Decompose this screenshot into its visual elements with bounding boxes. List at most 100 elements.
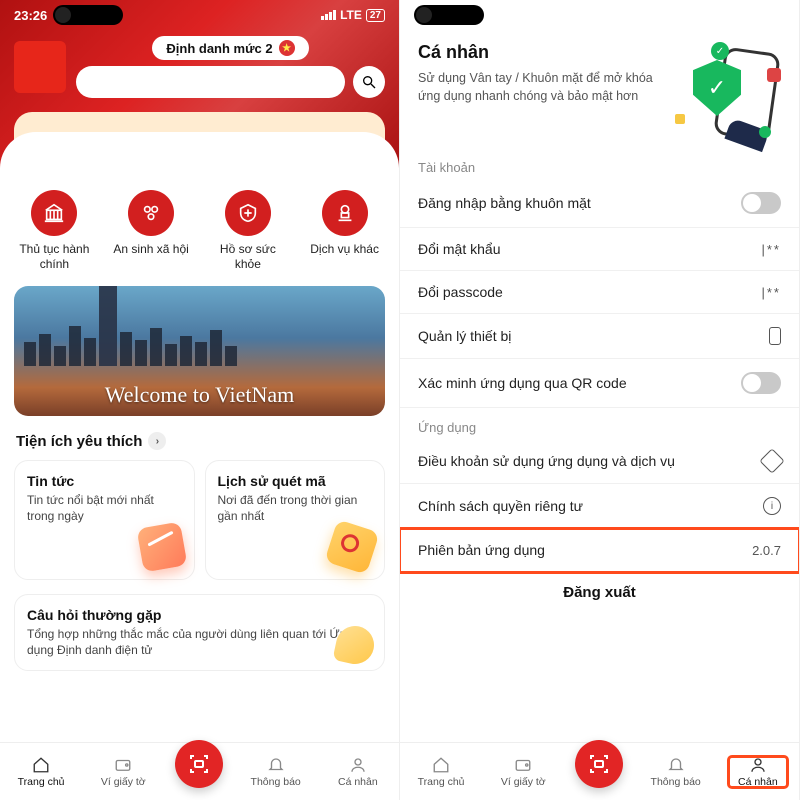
dynamic-island bbox=[414, 5, 484, 25]
group-account-label: Tài khoản bbox=[400, 148, 799, 179]
nav-notifications[interactable]: Thông báo bbox=[246, 756, 306, 788]
toggle-switch[interactable] bbox=[741, 372, 781, 394]
row-change-passcode[interactable]: Đổi passcode |** bbox=[400, 271, 799, 314]
row-face-login[interactable]: Đăng nhập bằng khuôn mặt bbox=[400, 179, 799, 228]
tile-subtitle: Nơi đã đến trong thời gian gần nhất bbox=[218, 492, 373, 524]
nav-label: Thông báo bbox=[651, 776, 701, 788]
masked-value: |** bbox=[762, 242, 782, 257]
nav-scan-fab[interactable] bbox=[175, 740, 223, 788]
quick-action-social[interactable]: An sinh xã hội bbox=[111, 190, 191, 272]
welcome-banner[interactable]: Welcome to VietNam bbox=[14, 286, 385, 416]
scan-icon bbox=[187, 752, 211, 776]
bell-icon bbox=[266, 756, 286, 774]
nav-notifications[interactable]: Thông báo bbox=[646, 756, 706, 788]
row-label: Phiên bản ứng dụng bbox=[418, 542, 545, 558]
identity-level-chip[interactable]: Định danh mức 2 ★ bbox=[152, 36, 308, 60]
tile-title: Lịch sử quét mã bbox=[218, 473, 373, 489]
quick-action-more[interactable]: Dịch vụ khác bbox=[305, 190, 385, 272]
check-badge-icon: ✓ bbox=[711, 42, 729, 60]
tile-news[interactable]: Tin tức Tin tức nổi bật mới nhất trong n… bbox=[14, 460, 195, 580]
favorites-section-title[interactable]: Tiện ích yêu thích › bbox=[0, 426, 399, 456]
chart-icon bbox=[136, 522, 187, 573]
row-label: Chính sách quyền riêng tư bbox=[418, 498, 583, 514]
ruler-icon bbox=[759, 448, 784, 473]
status-bar bbox=[400, 0, 799, 28]
quick-action-admin[interactable]: Thủ tục hành chính bbox=[14, 190, 94, 272]
row-terms[interactable]: Điều khoản sử dụng ứng dụng và dịch vụ bbox=[400, 439, 799, 484]
logout-button[interactable]: Đăng xuất bbox=[400, 572, 799, 613]
dynamic-island bbox=[53, 5, 123, 25]
security-illustration: ✓ ✓ bbox=[671, 42, 781, 142]
quick-action-health[interactable]: Hồ sơ sức khỏe bbox=[208, 190, 288, 272]
health-icon bbox=[225, 190, 271, 236]
row-label: Đổi mật khẩu bbox=[418, 241, 500, 257]
favorites-tiles-row: Tin tức Tin tức nổi bật mới nhất trong n… bbox=[0, 456, 399, 584]
bottom-nav: Trang chủ Ví giấy tờ Thông báo Cá nhân bbox=[0, 742, 399, 800]
row-label: Xác minh ứng dụng qua QR code bbox=[418, 375, 627, 391]
promo-card-peek[interactable] bbox=[14, 112, 385, 142]
identity-row: Định danh mức 2 ★ bbox=[0, 28, 399, 98]
nav-label: Trang chủ bbox=[18, 776, 65, 788]
quick-action-label: An sinh xã hội bbox=[113, 242, 188, 257]
quick-action-label: Thủ tục hành chính bbox=[14, 242, 94, 272]
nav-label: Ví giấy tờ bbox=[501, 776, 546, 788]
row-manage-devices[interactable]: Quản lý thiết bị bbox=[400, 314, 799, 359]
bell-icon bbox=[666, 756, 686, 774]
search-button[interactable] bbox=[353, 66, 385, 98]
tile-scan-history[interactable]: Lịch sử quét mã Nơi đã đến trong thời gi… bbox=[205, 460, 386, 580]
avatar[interactable] bbox=[14, 41, 66, 93]
lock-info-icon: i bbox=[763, 497, 781, 515]
nav-label: Thông báo bbox=[251, 776, 301, 788]
nav-label: Cá nhân bbox=[338, 776, 378, 788]
search-input[interactable] bbox=[76, 66, 345, 98]
row-label: Đổi passcode bbox=[418, 284, 503, 300]
nav-profile[interactable]: Cá nhân bbox=[328, 756, 388, 788]
tile-faq[interactable]: Câu hỏi thường gặp Tổng hợp những thắc m… bbox=[14, 594, 385, 671]
nav-home[interactable]: Trang chủ bbox=[11, 756, 71, 788]
quick-actions-row: Thủ tục hành chính An sinh xã hội Hồ sơ … bbox=[0, 172, 399, 282]
nav-scan-fab[interactable] bbox=[575, 740, 623, 788]
quick-action-label: Dịch vụ khác bbox=[310, 242, 379, 257]
row-change-password[interactable]: Đổi mật khẩu |** bbox=[400, 228, 799, 271]
nav-label: Ví giấy tờ bbox=[101, 776, 146, 788]
nav-home[interactable]: Trang chủ bbox=[411, 756, 471, 788]
nav-label: Trang chủ bbox=[418, 776, 465, 788]
row-privacy[interactable]: Chính sách quyền riêng tư i bbox=[400, 484, 799, 529]
banner-text: Welcome to VietNam bbox=[14, 382, 385, 408]
version-value: 2.0.7 bbox=[752, 543, 781, 558]
phone-profile-screen: Cá nhân Sử dụng Vân tay / Khuôn mặt để m… bbox=[400, 0, 800, 800]
row-label: Đăng nhập bằng khuôn mặt bbox=[418, 195, 591, 211]
group-app-label: Ứng dụng bbox=[400, 408, 799, 439]
page-title: Cá nhân bbox=[418, 42, 657, 63]
battery-icon: 27 bbox=[366, 9, 385, 22]
nav-profile[interactable]: Cá nhân bbox=[728, 756, 788, 788]
magnifier-icon bbox=[324, 519, 379, 574]
nav-wallet[interactable]: Ví giấy tờ bbox=[93, 756, 153, 788]
person-icon bbox=[748, 756, 768, 774]
network-label: LTE bbox=[340, 8, 362, 22]
row-app-version[interactable]: Phiên bản ứng dụng 2.0.7 bbox=[400, 529, 799, 572]
device-icon bbox=[769, 327, 781, 345]
row-verify-qr[interactable]: Xác minh ứng dụng qua QR code bbox=[400, 359, 799, 408]
tile-subtitle: Tổng hợp những thắc mắc của người dùng l… bbox=[27, 626, 372, 658]
nav-wallet[interactable]: Ví giấy tờ bbox=[493, 756, 553, 788]
tile-subtitle: Tin tức nổi bật mới nhất trong ngày bbox=[27, 492, 182, 524]
chevron-right-icon: › bbox=[148, 432, 166, 450]
skyline-art bbox=[14, 306, 385, 366]
page-subtitle: Sử dụng Vân tay / Khuôn mặt để mở khóa ứ… bbox=[418, 69, 657, 105]
home-icon bbox=[431, 756, 451, 774]
identity-level-label: Định danh mức 2 bbox=[166, 41, 272, 56]
row-label: Điều khoản sử dụng ứng dụng và dịch vụ bbox=[418, 453, 675, 469]
wallet-icon bbox=[113, 756, 133, 774]
search-icon bbox=[361, 74, 377, 90]
bank-icon bbox=[31, 190, 77, 236]
signal-icon bbox=[321, 10, 336, 20]
bottom-nav: Trang chủ Ví giấy tờ Thông báo Cá nhân bbox=[400, 742, 799, 800]
quick-action-label: Hồ sơ sức khỏe bbox=[208, 242, 288, 272]
profile-header: Cá nhân Sử dụng Vân tay / Khuôn mặt để m… bbox=[400, 28, 799, 148]
phone-home-screen: 23:26 LTE 27 Định danh mức 2 ★ bbox=[0, 0, 400, 800]
section-title-text: Tiện ích yêu thích bbox=[16, 433, 142, 450]
wallet-icon bbox=[513, 756, 533, 774]
toggle-switch[interactable] bbox=[741, 192, 781, 214]
home-icon bbox=[31, 756, 51, 774]
